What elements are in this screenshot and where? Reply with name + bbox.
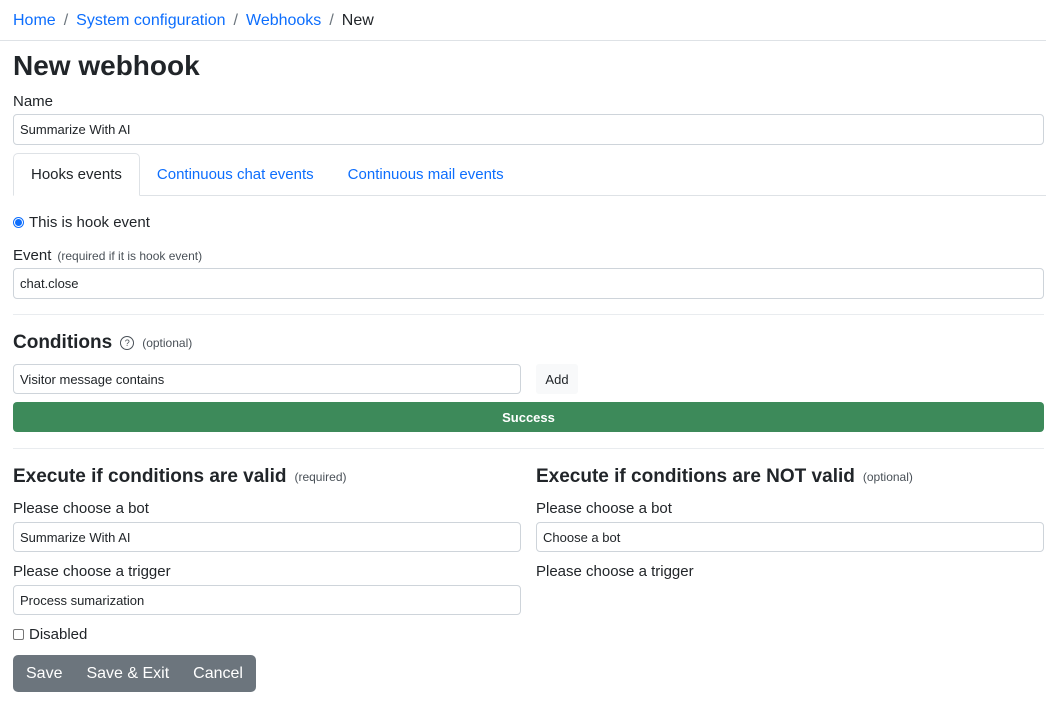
breadcrumb-system-configuration-link[interactable]: System configuration bbox=[76, 12, 225, 30]
disabled-checkbox[interactable] bbox=[13, 629, 24, 640]
section-divider bbox=[13, 314, 1044, 315]
valid-bot-label: Please choose a bot bbox=[13, 500, 149, 517]
name-label: Name bbox=[13, 93, 54, 110]
invalid-bot-select[interactable] bbox=[536, 522, 1044, 552]
breadcrumb: Home / System configuration / Webhooks /… bbox=[13, 10, 374, 32]
event-label-text: Event bbox=[13, 247, 52, 264]
execute-valid-title: Execute if conditions are valid bbox=[13, 466, 287, 487]
breadcrumb-separator: / bbox=[63, 12, 69, 29]
help-icon[interactable]: ? bbox=[120, 336, 135, 350]
name-input[interactable] bbox=[13, 114, 1044, 145]
save-exit-button[interactable]: Save & Exit bbox=[74, 655, 181, 692]
valid-bot-select[interactable] bbox=[13, 522, 521, 552]
breadcrumb-separator: / bbox=[233, 12, 238, 29]
hook-event-radio[interactable] bbox=[13, 217, 24, 228]
disabled-label: Disabled bbox=[29, 626, 88, 643]
valid-trigger-label: Please choose a trigger bbox=[13, 563, 171, 580]
header-divider bbox=[0, 40, 1046, 41]
event-tabs: Hooks events Continuous chat events Cont… bbox=[13, 153, 1046, 196]
hook-event-option[interactable]: This is hook event bbox=[13, 214, 150, 231]
execute-invalid-note: (optional) bbox=[862, 470, 913, 484]
breadcrumb-separator: / bbox=[329, 12, 334, 29]
execute-invalid-title: Execute if conditions are NOT valid bbox=[536, 466, 855, 487]
condition-success-bar: Success bbox=[13, 402, 1044, 432]
event-label: Event (required if it is hook event) bbox=[13, 247, 202, 264]
event-label-note: (required if it is hook event) bbox=[57, 249, 203, 263]
add-condition-button[interactable]: Add bbox=[536, 364, 578, 394]
disabled-option[interactable]: Disabled bbox=[13, 626, 87, 643]
conditions-heading: Conditions ? (optional) bbox=[13, 332, 192, 354]
valid-trigger-select[interactable] bbox=[13, 585, 521, 615]
breadcrumb-current: New bbox=[341, 12, 374, 29]
save-button[interactable]: Save bbox=[13, 655, 74, 692]
page-title: New webhook bbox=[13, 50, 200, 81]
conditions-title: Conditions bbox=[13, 332, 113, 353]
invalid-trigger-label: Please choose a trigger bbox=[536, 563, 694, 580]
section-divider bbox=[13, 448, 1044, 449]
cancel-button[interactable]: Cancel bbox=[181, 655, 256, 692]
execute-valid-note: (required) bbox=[294, 470, 347, 484]
invalid-bot-label: Please choose a bot bbox=[536, 500, 672, 517]
event-input[interactable] bbox=[13, 268, 1044, 299]
breadcrumb-webhooks-link[interactable]: Webhooks bbox=[246, 12, 321, 30]
condition-input[interactable] bbox=[13, 364, 521, 394]
tab-continuous-mail-events[interactable]: Continuous mail events bbox=[331, 153, 521, 195]
form-action-buttons: Save Save & Exit Cancel bbox=[13, 655, 256, 692]
execute-valid-heading: Execute if conditions are valid (require… bbox=[13, 466, 347, 488]
hook-event-label: This is hook event bbox=[29, 214, 150, 231]
conditions-note: (optional) bbox=[142, 336, 193, 350]
execute-invalid-heading: Execute if conditions are NOT valid (opt… bbox=[536, 466, 913, 488]
tab-continuous-chat-events[interactable]: Continuous chat events bbox=[140, 153, 331, 195]
breadcrumb-home-link[interactable]: Home bbox=[13, 12, 56, 30]
tab-hooks-events[interactable]: Hooks events bbox=[13, 153, 140, 196]
